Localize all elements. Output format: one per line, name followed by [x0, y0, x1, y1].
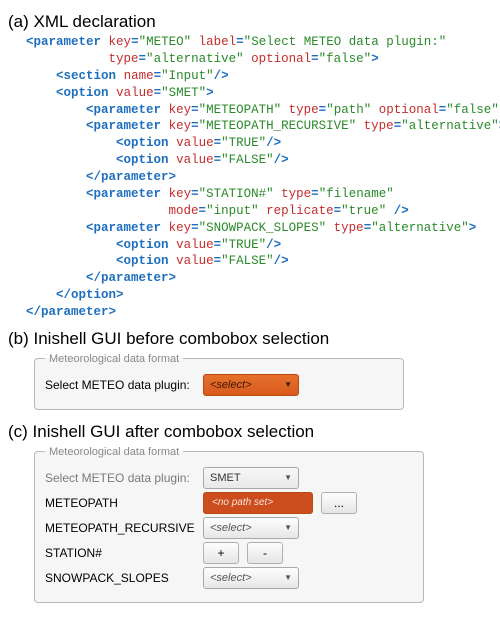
xml-code-block: <parameter key="METEO" label="Select MET… [26, 34, 492, 321]
section-c-title: (c) Inishell GUI after combobox selectio… [8, 422, 492, 442]
label-station: STATION# [45, 546, 195, 560]
label-recursive: METEOPATH_RECURSIVE [45, 521, 195, 535]
remove-station-button[interactable]: - [247, 542, 283, 564]
combo-recursive[interactable]: <select> ▼ [203, 517, 299, 539]
combo-meteo-plugin-c[interactable]: SMET ▼ [203, 467, 299, 489]
combo-slopes[interactable]: <select> ▼ [203, 567, 299, 589]
combo-value: <select> [210, 379, 252, 391]
combo-value: <select> [210, 522, 252, 534]
label-meteo-plugin-c: Select METEO data plugin: [45, 471, 195, 485]
legend-c: Meteorological data format [45, 446, 183, 458]
browse-button[interactable]: ... [321, 492, 357, 514]
input-meteopath[interactable]: <no path set> [203, 492, 313, 514]
chevron-down-icon: ▼ [284, 380, 292, 389]
label-slopes: SNOWPACK_SLOPES [45, 571, 195, 585]
chevron-down-icon: ▼ [284, 473, 292, 482]
fieldset-c: Meteorological data format Select METEO … [34, 446, 424, 603]
label-meteopath: METEOPATH [45, 496, 195, 510]
fieldset-b: Meteorological data format Select METEO … [34, 353, 404, 410]
chevron-down-icon: ▼ [284, 523, 292, 532]
label-meteo-plugin: Select METEO data plugin: [45, 378, 195, 392]
combo-value: SMET [210, 472, 241, 484]
panel-c: Meteorological data format Select METEO … [32, 446, 492, 603]
section-b-title: (b) Inishell GUI before combobox selecti… [8, 329, 492, 349]
chevron-down-icon: ▼ [284, 573, 292, 582]
section-a-title: (a) XML declaration [8, 12, 492, 32]
legend-b: Meteorological data format [45, 353, 183, 365]
panel-b: Meteorological data format Select METEO … [32, 353, 492, 410]
combo-meteo-plugin[interactable]: <select> ▼ [203, 374, 299, 396]
add-station-button[interactable]: + [203, 542, 239, 564]
combo-value: <select> [210, 572, 252, 584]
